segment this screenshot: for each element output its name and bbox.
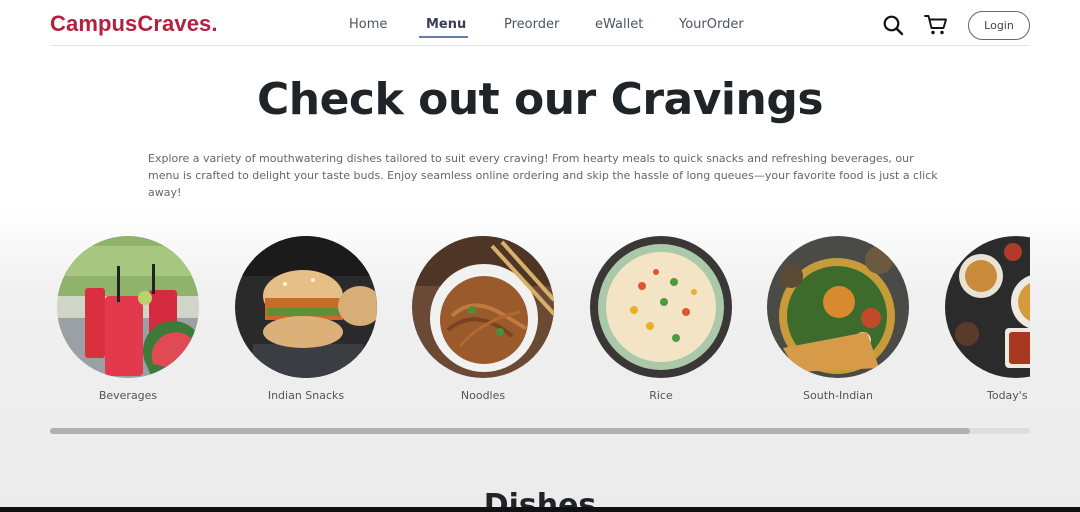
page-title: Check out our Cravings [256, 74, 824, 125]
category-label: Today's Sp [986, 389, 1030, 402]
category-label: Beverages [98, 389, 158, 402]
nav-menu[interactable]: Menu [426, 17, 466, 32]
navbar: CampusCraves. Home Menu Preorder eWallet… [50, 0, 1030, 46]
category-todays-special[interactable]: Today's Sp [936, 236, 1030, 402]
category-indian-snacks[interactable]: Indian Snacks [226, 236, 386, 402]
cart-icon[interactable] [924, 14, 948, 36]
category-beverages[interactable]: Beverages [50, 236, 208, 402]
beverages-image [57, 236, 199, 378]
login-button[interactable]: Login [968, 11, 1030, 40]
category-label: South-Indian [803, 389, 873, 402]
search-icon[interactable] [882, 14, 904, 36]
category-label: Noodles [460, 389, 506, 402]
brand-logo[interactable]: CampusCraves. [50, 11, 218, 37]
category-rice[interactable]: Rice [581, 236, 741, 402]
bottom-edge [0, 507, 1080, 512]
south-indian-image [767, 236, 909, 378]
nav-ewallet[interactable]: eWallet [595, 17, 643, 32]
todays-special-image [945, 236, 1030, 378]
category-noodles[interactable]: Noodles [403, 236, 563, 402]
category-label: Indian Snacks [267, 389, 345, 402]
nav-yourorder[interactable]: YourOrder [679, 17, 744, 32]
rice-image [590, 236, 732, 378]
category-south-indian[interactable]: South-Indian [758, 236, 918, 402]
noodles-image [412, 236, 554, 378]
category-carousel[interactable]: Beverages Indian Snacks Noodles Rice Sou… [50, 236, 1030, 412]
nav-active-underline [419, 36, 468, 38]
scrollbar-thumb[interactable] [50, 428, 970, 434]
carousel-scrollbar[interactable] [50, 428, 1030, 434]
indian-snacks-image [235, 236, 377, 378]
nav-preorder[interactable]: Preorder [504, 17, 559, 32]
nav-home[interactable]: Home [349, 17, 387, 32]
hero-description: Explore a variety of mouthwatering dishe… [148, 152, 938, 199]
category-label: Rice [649, 389, 673, 402]
